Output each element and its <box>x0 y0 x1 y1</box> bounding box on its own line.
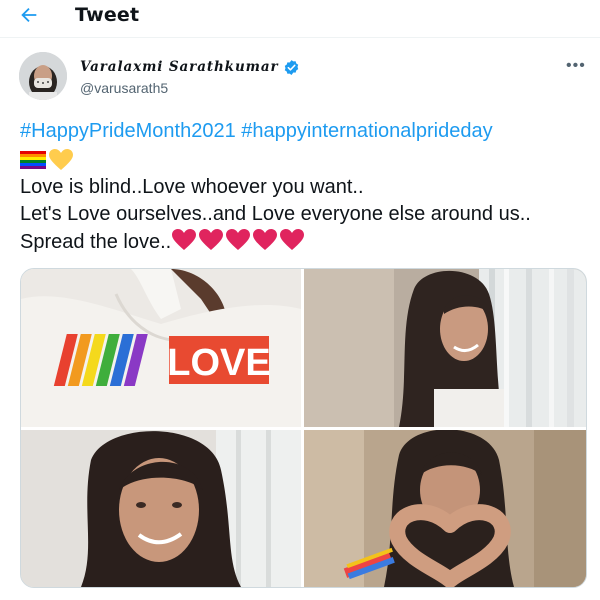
author-handle[interactable]: @varusarath5 <box>80 80 168 96</box>
top-bar: Tweet <box>0 0 600 38</box>
red-heart-icon <box>226 229 251 250</box>
tweet-line: Spread the love.. <box>20 231 172 253</box>
photo-grid: LOVE <box>20 268 587 588</box>
rainbow-flag-icon <box>20 150 46 169</box>
page-title: Tweet <box>75 4 140 26</box>
display-name[interactable]: Varalaxmi Sarathkumar <box>80 59 279 75</box>
tweet-line: Let's Love ourselves..and Love everyone … <box>20 203 531 225</box>
red-heart-icon <box>199 229 224 250</box>
more-options-icon[interactable]: ••• <box>566 57 586 75</box>
heart-hands-photo[interactable] <box>304 430 586 587</box>
love-sweatshirt-photo[interactable]: LOVE <box>21 269 301 427</box>
hashtag-link[interactable]: #HappyPrideMonth2021 <box>20 120 236 142</box>
author-name-row[interactable]: Varalaxmi Sarathkumar <box>80 57 300 77</box>
tweet-text: #HappyPrideMonth2021 #happyinternational… <box>20 118 590 256</box>
selfie-smile-photo[interactable] <box>21 430 301 587</box>
red-heart-icon <box>172 229 197 250</box>
verified-badge-icon <box>284 59 298 75</box>
window-smile-photo[interactable] <box>304 269 586 427</box>
yellow-heart-icon <box>49 148 73 170</box>
back-arrow-icon[interactable] <box>18 4 48 28</box>
hashtag-link[interactable]: #happyinternationalprideday <box>241 120 492 142</box>
red-heart-icon <box>280 229 305 250</box>
red-hearts <box>171 229 306 253</box>
red-heart-icon <box>253 229 278 250</box>
sweatshirt-love-text: LOVE <box>167 342 270 384</box>
tweet-line: Love is blind..Love whoever you want.. <box>20 176 364 198</box>
avatar[interactable] <box>19 52 67 100</box>
